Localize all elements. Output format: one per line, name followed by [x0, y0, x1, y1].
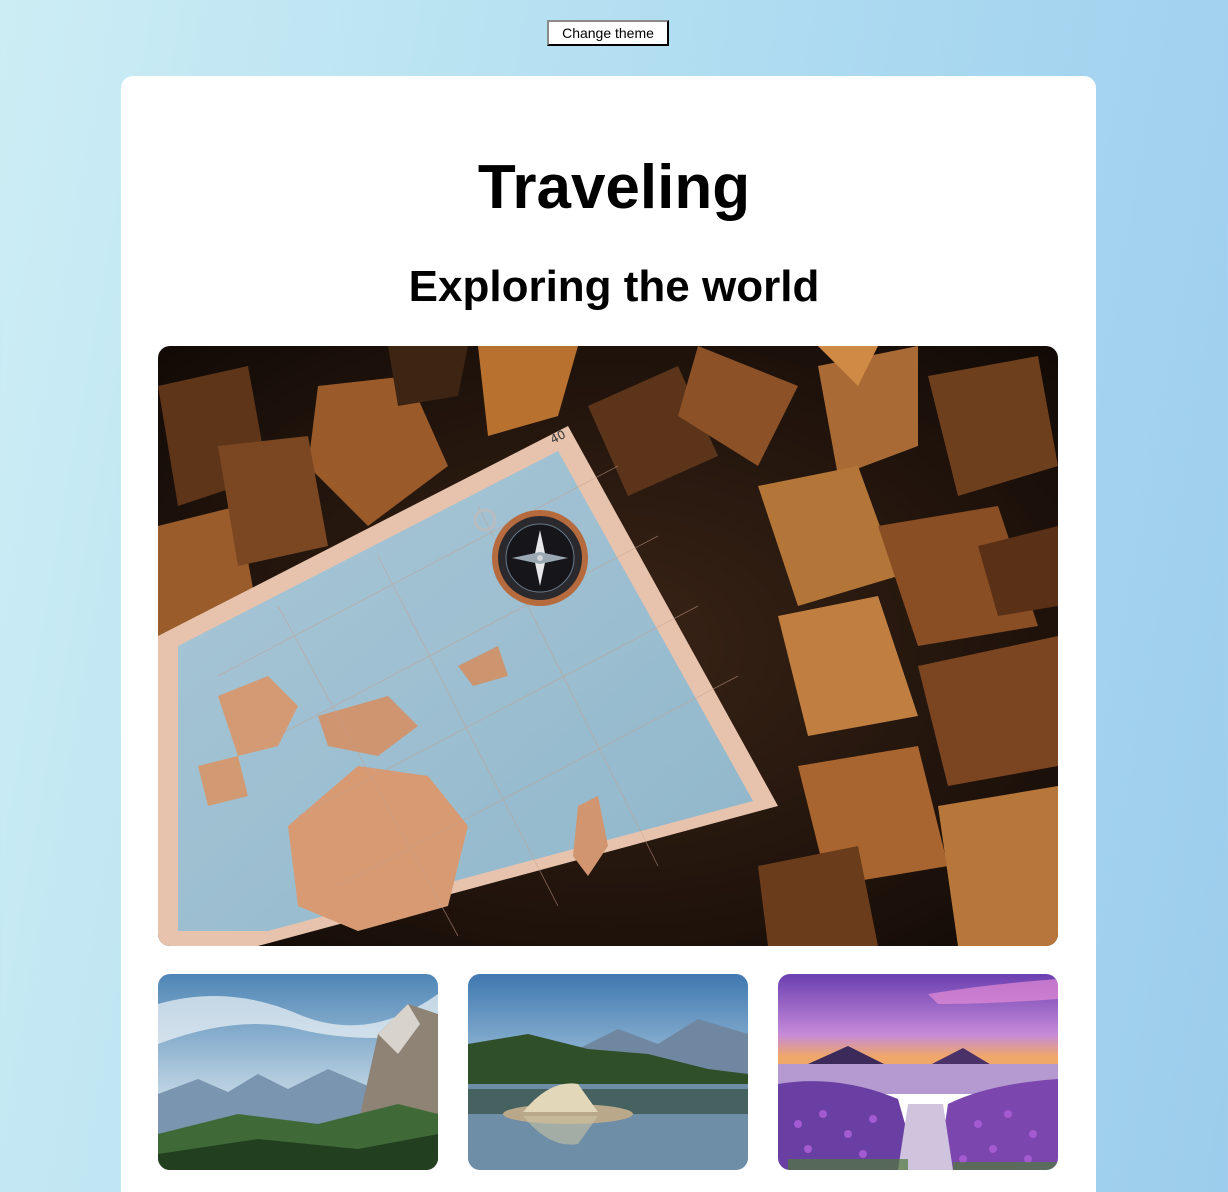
change-theme-button[interactable]: Change theme — [547, 20, 669, 46]
page-title: Traveling — [477, 153, 751, 222]
mountain-valley-image — [158, 974, 438, 1170]
lavender-lake-image — [778, 974, 1058, 1170]
lake-tent-image — [468, 974, 748, 1170]
hero-image: 40 — [158, 346, 1058, 946]
page-subtitle: Exploring the world — [408, 262, 820, 311]
